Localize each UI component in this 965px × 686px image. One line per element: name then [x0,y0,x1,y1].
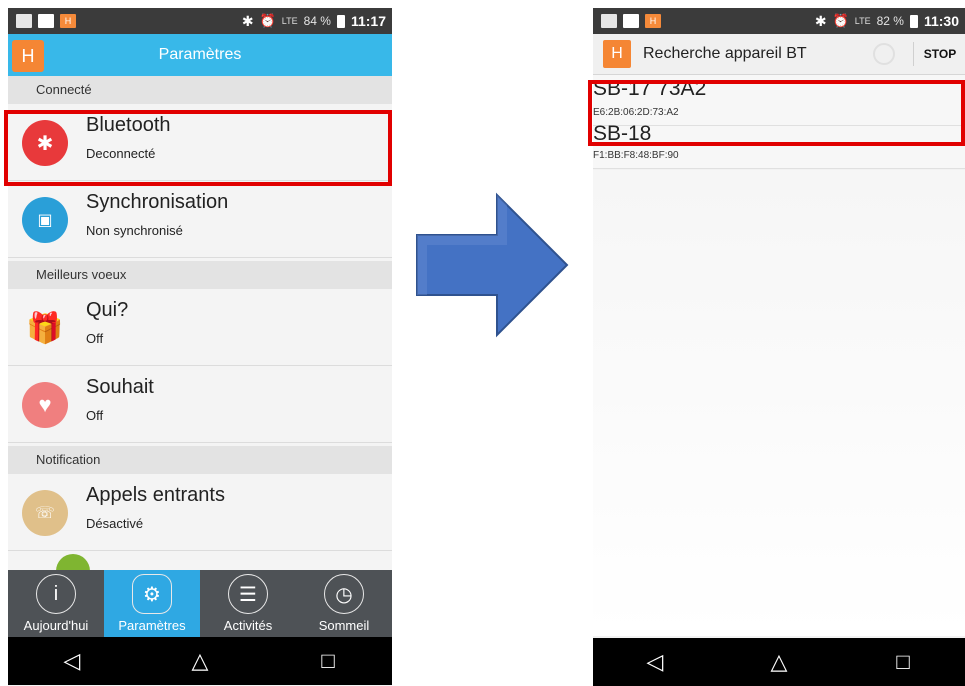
row-subtitle: Non synchronisé [86,223,183,238]
settings-row-sync[interactable]: ▣ Synchronisation Non synchronisé [8,181,392,258]
gear-icon: ⚙ [132,574,172,614]
app-notification-icon: H [645,14,661,28]
bluetooth-row-highlight [4,110,392,186]
row-title: Qui? [86,299,129,321]
row-title: Appels entrants [86,484,225,506]
bluetooth-status-icon: ✱ [241,12,254,29]
settings-row-who[interactable]: 🎁 Qui? Off [8,289,392,366]
settings-row-incoming-calls[interactable]: ☏ Appels entrants Désactivé [8,474,392,551]
gallery-notification-icon [16,14,32,28]
arrow-shape [416,192,569,338]
transition-arrow [416,192,569,338]
row-title: Synchronisation [86,191,229,213]
battery-percent: 84 % [303,14,331,28]
bluetooth-status-icon: ✱ [814,12,827,29]
app-logo[interactable]: H [603,40,631,68]
signal-icon: LTE [281,16,298,26]
section-header-notification: Notification [8,446,392,474]
settings-row-wish[interactable]: ♥ Souhait Off [8,366,392,443]
page-title: Recherche appareil BT [643,45,807,62]
empty-list-area [593,170,965,636]
row-subtitle: Désactivé [86,516,144,531]
page-title: Paramètres [158,46,242,63]
battery-percent: 82 % [876,14,904,28]
section-header-connected: Connecté [8,76,392,104]
back-icon[interactable]: ◁ [635,649,675,675]
recents-icon[interactable]: □ [883,649,923,675]
alarm-icon: ⏰ [832,13,849,28]
heart-icon: ♥ [22,382,68,428]
nav-settings[interactable]: ⚙ Paramètres [104,570,200,637]
nav-activities[interactable]: ☰ Activités [200,570,296,637]
battery-icon [336,14,345,28]
loading-spinner-icon [873,43,895,65]
stop-button[interactable]: STOP [913,42,965,66]
list-icon: ☰ [228,574,268,614]
app-header: H Recherche appareil BT STOP [593,34,965,75]
back-icon[interactable]: ◁ [52,648,92,674]
recents-icon[interactable]: □ [308,648,348,674]
device-address: F1:BB:F8:48:BF:90 [593,150,679,161]
info-icon: i [36,574,76,614]
status-bar: H ✱ ⏰ LTE 84 % 11:17 [8,8,392,34]
clock-time: 11:30 [923,13,959,29]
sync-icon: ▣ [22,197,68,243]
status-bar: H ✱ ⏰ LTE 82 % 11:30 [593,8,965,34]
app-notification-icon: H [60,14,76,28]
row-subtitle: Off [86,408,104,423]
gift-hand-icon: 🎁 [26,311,64,345]
nav-label: Sommeil [318,618,370,633]
notification-icon [38,14,54,28]
bottom-navigation: i Aujourd'hui ⚙ Paramètres ☰ Activités ◷… [8,570,392,637]
nav-label: Activités [223,618,273,633]
nav-label: Aujourd'hui [23,618,89,633]
nav-sleep[interactable]: ◷ Sommeil [296,570,392,637]
system-navigation-bar: ◁ △ □ [8,637,392,685]
home-icon[interactable]: △ [759,649,799,675]
battery-icon [909,14,918,28]
incoming-call-icon: ☏ [22,490,68,536]
home-icon[interactable]: △ [180,648,220,674]
nav-label: Paramètres [118,618,186,633]
clock-icon: ◷ [324,574,364,614]
signal-icon: LTE [854,16,871,26]
nav-today[interactable]: i Aujourd'hui [8,570,104,637]
row-title: Souhait [86,376,154,398]
section-header-wishes: Meilleurs voeux [8,261,392,289]
clock-time: 11:17 [350,13,386,29]
alarm-icon: ⏰ [259,13,276,28]
row-subtitle: Off [86,331,104,346]
app-header: H Paramètres [8,34,392,76]
device-highlight [588,80,965,146]
gallery-notification-icon [601,14,617,28]
system-navigation-bar: ◁ △ □ [593,638,965,686]
notification-icon [623,14,639,28]
